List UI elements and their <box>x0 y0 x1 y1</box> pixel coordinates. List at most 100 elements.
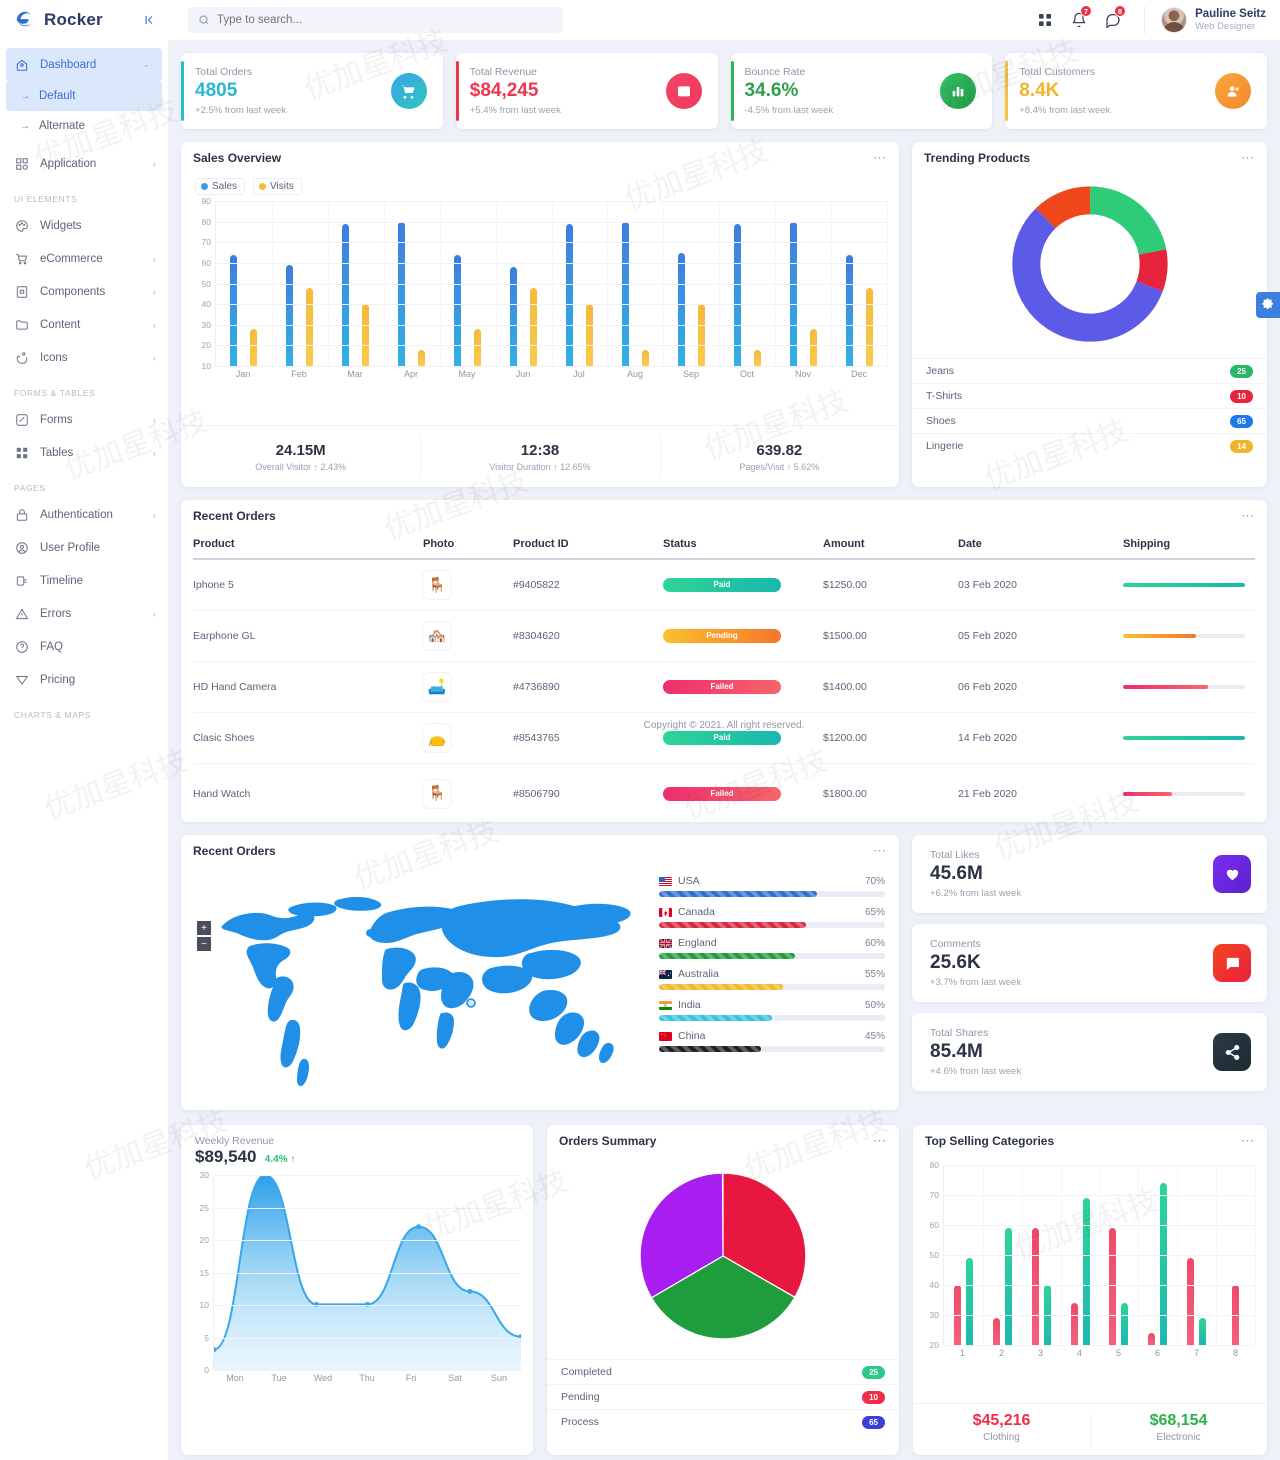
apps-grid-icon <box>14 156 29 171</box>
message-icon[interactable]: 8 <box>1096 0 1130 40</box>
sidebar-item-content[interactable]: Content ‹ <box>0 308 168 341</box>
shipping-progress <box>1123 736 1245 740</box>
search-icon <box>198 14 210 26</box>
legend-item-sales[interactable]: Sales <box>195 178 246 195</box>
sidebar-item-label: Application <box>40 157 97 170</box>
country-row[interactable]: Australia 55% <box>659 968 885 990</box>
cell-product: Earphone GL <box>193 610 423 662</box>
settings-fab-button[interactable] <box>1256 292 1280 318</box>
search-box[interactable] <box>188 7 563 33</box>
x-tick: 8 <box>1232 1348 1238 1358</box>
sidebar-item-authentication[interactable]: Authentication ‹ <box>0 498 168 531</box>
bar-chart-icon <box>940 73 977 109</box>
data-point[interactable] <box>467 1288 473 1294</box>
world-map-svg <box>221 896 631 1087</box>
x-tick: 4 <box>1076 1348 1082 1358</box>
country-row[interactable]: India 50% <box>659 999 885 1021</box>
total-likes-card[interactable]: Total Likes 45.6M +6.2% from last week <box>912 835 1267 913</box>
sidebar-item-forms[interactable]: Forms ‹ <box>0 403 168 436</box>
list-item[interactable]: Completed 25 <box>547 1359 899 1384</box>
sidebar-item-user-profile[interactable]: User Profile <box>0 531 168 564</box>
kpi-card-total-orders[interactable]: Total Orders 4805 +2.5% from last week <box>181 53 443 129</box>
share-icon <box>1213 1033 1251 1071</box>
sidebar-item-application[interactable]: Application ‹ <box>0 147 168 180</box>
comments-card[interactable]: Comments 25.6K +3.7% from last week <box>912 924 1267 1002</box>
sidebar-item-pricing[interactable]: Pricing <box>0 663 168 696</box>
sidebar-item-label: User Profile <box>40 541 101 554</box>
bar-visits <box>306 287 314 366</box>
brand-name: Rocker <box>44 10 103 29</box>
plot-area <box>943 1165 1256 1346</box>
sidebar-item-components[interactable]: Components ‹ <box>0 275 168 308</box>
country-row[interactable]: England 60% <box>659 937 885 959</box>
more-options-icon[interactable]: ⋯ <box>1241 1134 1255 1147</box>
legend-item-visits[interactable]: Visits <box>253 178 302 195</box>
status-badge: 65 <box>1230 414 1253 428</box>
sidebar-item-dashboard[interactable]: Dashboard ⌄ <box>6 48 162 81</box>
sidebar-item-timeline[interactable]: Timeline <box>0 564 168 597</box>
y-tick: 50 <box>929 1250 939 1260</box>
user-menu[interactable]: Pauline Seitz Web Designer <box>1144 6 1266 34</box>
more-options-icon[interactable]: ⋯ <box>1241 151 1255 164</box>
more-options-icon[interactable]: ⋯ <box>873 1134 887 1147</box>
bar-visits <box>641 349 649 366</box>
data-point[interactable] <box>416 1224 422 1230</box>
more-options-icon[interactable]: ⋯ <box>873 844 887 857</box>
list-item[interactable]: Lingerie 14 <box>912 433 1267 458</box>
map-zoom-controls: + − <box>197 921 211 951</box>
sidebar-item-alternate[interactable]: → Alternate <box>0 111 168 141</box>
country-row[interactable]: USA 70% <box>659 875 885 897</box>
card-title: Sales Overview <box>193 151 282 165</box>
kpi-card-total-customers[interactable]: Total Customers 8.4K +8.4% from last wee… <box>1005 53 1267 129</box>
country-progress <box>659 953 885 959</box>
table-row[interactable]: HD Hand Camera 🛋️ #4736890 Failed $1400.00 06… <box>193 661 1255 713</box>
country-row[interactable]: China 45% <box>659 1030 885 1052</box>
sidebar-item-widgets[interactable]: Widgets <box>0 209 168 242</box>
sidebar-item-default[interactable]: → Default <box>6 81 162 111</box>
country-progress <box>659 922 885 928</box>
table-row[interactable]: Iphone 5 🪑 #9405822 Paid $1250.00 03 Feb 2020 <box>193 559 1255 611</box>
kpi-delta: +2.5% from last week <box>195 105 287 116</box>
zoom-in-button[interactable]: + <box>197 921 211 935</box>
total-shares-card[interactable]: Total Shares 85.4M +4.6% from last week <box>912 1013 1267 1091</box>
search-input[interactable] <box>217 14 553 26</box>
y-tick: 50 <box>201 278 211 289</box>
sidebar-item-tables[interactable]: Tables ‹ <box>0 436 168 469</box>
list-item[interactable]: Process 65 <box>547 1409 899 1434</box>
collapse-left-icon[interactable] <box>138 9 160 31</box>
kpi-card-total-revenue[interactable]: Total Revenue $84,245 +5.4% from last we… <box>455 53 718 129</box>
chevron-right-icon: ‹ <box>153 608 156 619</box>
card-title: Orders Summary <box>559 1134 657 1148</box>
more-options-icon[interactable]: ⋯ <box>1241 509 1255 522</box>
chevron-right-icon: ‹ <box>153 447 156 458</box>
list-item[interactable]: T-Shirts 10 <box>912 383 1267 408</box>
world-map[interactable]: + − <box>181 867 659 1100</box>
kpi-card-bounce-rate[interactable]: Bounce Rate 34.6% -4.5% from last week <box>730 53 993 129</box>
brand[interactable]: Rocker <box>0 0 168 40</box>
cell-photo: 🪑 <box>423 559 513 611</box>
country-name: China <box>678 1030 706 1042</box>
sidebar-item-icons[interactable]: Icons ‹ <box>0 341 168 374</box>
weekly-revenue-card: Weekly Revenue $89,540 4.4% ↑ 0 5 10 15 20 25… <box>181 1125 533 1455</box>
table-row[interactable]: Earphone GL 🏘️ #8304620 Pending $1500.00 05 F… <box>193 610 1255 662</box>
chevron-right-icon: ‹ <box>153 286 156 297</box>
grid-apps-icon[interactable] <box>1028 0 1062 40</box>
table-row[interactable]: Hand Watch 🪑 #8506790 Failed $1800.00 21 Feb … <box>193 763 1255 822</box>
bar-sales <box>845 254 853 366</box>
bar-clothing <box>1070 1303 1078 1345</box>
sidebar-item-ecommerce[interactable]: eCommerce ‹ <box>0 242 168 275</box>
more-options-icon[interactable]: ⋯ <box>873 151 887 164</box>
y-tick: 20 <box>199 1235 209 1245</box>
list-item[interactable]: Shoes 65 <box>912 408 1267 433</box>
list-item[interactable]: Jeans 25 <box>912 358 1267 383</box>
country-row[interactable]: Canada 65% <box>659 906 885 928</box>
bell-icon[interactable]: 7 <box>1062 0 1096 40</box>
kpi-label: Total Customers <box>1019 66 1096 78</box>
x-tick: 7 <box>1193 1348 1199 1358</box>
list-item[interactable]: Pending 10 <box>547 1384 899 1409</box>
sidebar-item-faq[interactable]: FAQ <box>0 630 168 663</box>
country-progress <box>659 984 885 990</box>
sidebar-item-errors[interactable]: Errors ‹ <box>0 597 168 630</box>
copyright-text: Copyright © 2021. All right reserved. <box>643 720 805 731</box>
zoom-out-button[interactable]: − <box>197 937 211 951</box>
